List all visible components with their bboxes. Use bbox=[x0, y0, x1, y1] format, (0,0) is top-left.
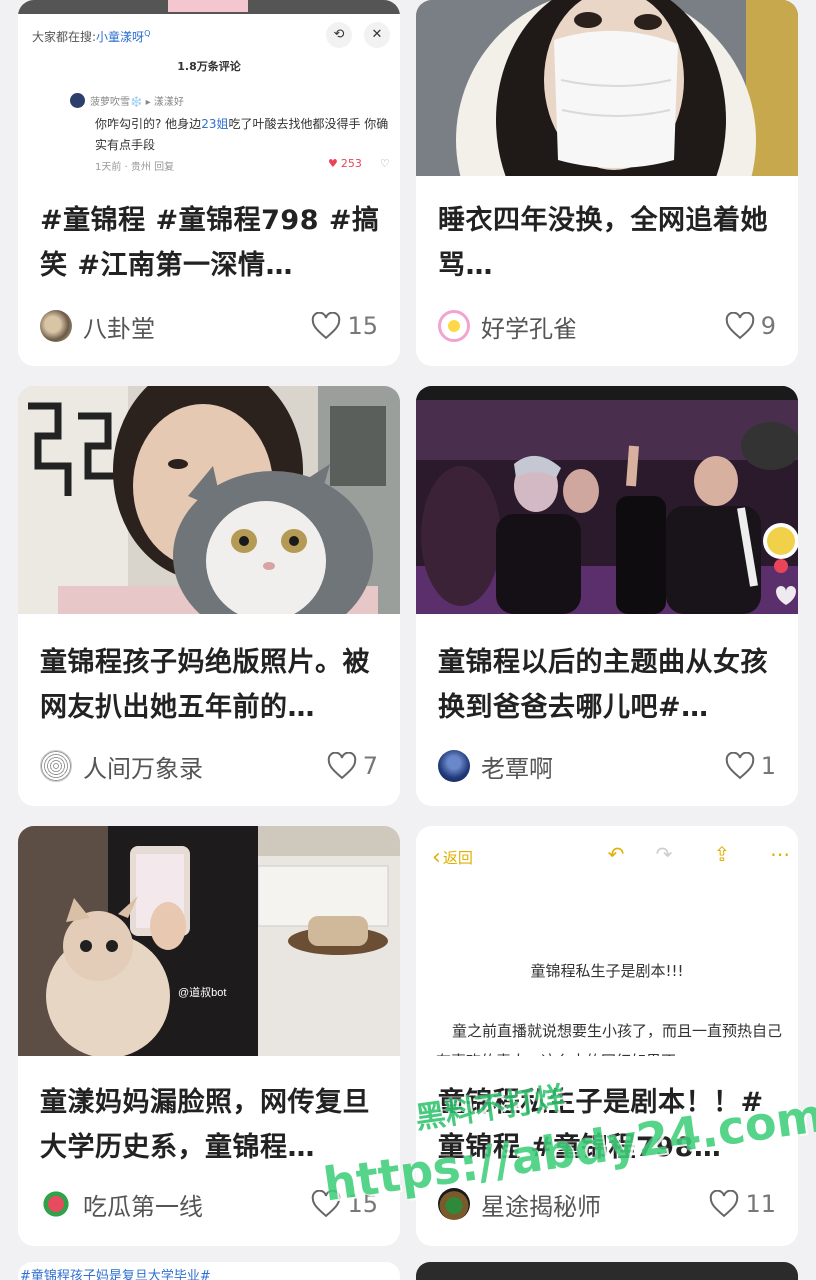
partial-caption: #童锦程孩子妈是复旦大学毕业# bbox=[20, 1269, 211, 1280]
comment-meta: 1天前 · 贵州 回复 bbox=[95, 162, 175, 173]
notes-screenshot: ‹ 返回 ↶ ↷ ⇪ ⋯ 童锦程私生子是剧本!!! 童之前直播就说想要生小孩了，… bbox=[416, 826, 798, 1056]
commenter: 菠萝吹雪❄️ ▸ 漾漾好 bbox=[70, 93, 184, 108]
like-button[interactable]: 11 bbox=[709, 1187, 776, 1221]
masked-girl-photo bbox=[416, 0, 798, 176]
card-title[interactable]: #童锦程 #童锦程798 #搞笑 #江南第一深情… bbox=[40, 198, 382, 288]
like-button[interactable]: 9 bbox=[725, 309, 776, 343]
feed-card[interactable]: 大家都在搜:小童漾呀Q ⟲ ✕ 1.8万条评论 菠萝吹雪❄️ ▸ 漾漾好 你咋勾… bbox=[18, 0, 400, 366]
comment-text: 你咋勾引的? 他身边23姐吃了叶酸去找他都没得手 你确实有点手段 bbox=[95, 117, 389, 152]
card-author[interactable]: 好学孔雀 bbox=[438, 309, 577, 343]
feed-card[interactable]: 童锦程孩子妈绝版照片。被网友扒出她五年前的… 人间万象录 7 bbox=[18, 386, 400, 806]
card-author[interactable]: 八卦堂 bbox=[40, 309, 155, 343]
card-title[interactable]: 童锦程以后的主题曲从女孩换到爸爸去哪儿吧#… bbox=[438, 640, 780, 730]
avatar bbox=[40, 750, 72, 782]
like-button[interactable]: 7 bbox=[327, 749, 378, 783]
feed-card[interactable]: @道叔bot 童漾妈妈漏脸照，网传复旦大学历史系，童锦程… 吃瓜第一线 15 bbox=[18, 826, 400, 1246]
avatar bbox=[438, 310, 470, 342]
like-button[interactable]: 15 bbox=[311, 1187, 378, 1221]
card-thumbnail[interactable] bbox=[416, 0, 798, 176]
undo-icon: ↶ bbox=[607, 842, 625, 866]
girl-with-cat-photo bbox=[18, 386, 400, 614]
photo-strip-pink bbox=[168, 0, 248, 12]
heart-icon bbox=[327, 752, 356, 780]
card-author[interactable]: 人间万象录 bbox=[40, 749, 203, 783]
card-title[interactable]: 童锦程孩子妈绝版照片。被网友扒出她五年前的… bbox=[40, 640, 382, 730]
comment-like: ♥ 253 ♡ bbox=[328, 157, 390, 170]
card-thumbnail[interactable]: 大家都在搜:小童漾呀Q ⟲ ✕ 1.8万条评论 菠萝吹雪❄️ ▸ 漾漾好 你咋勾… bbox=[18, 0, 400, 176]
redo-icon: ↷ bbox=[655, 842, 673, 866]
feed-card[interactable]: 童锦程以后的主题曲从女孩换到爸爸去哪儿吧#… 老覃啊 1 bbox=[416, 386, 798, 806]
commenter-avatar bbox=[70, 93, 85, 108]
dislike-icon: ♡ bbox=[379, 157, 390, 170]
note-title: 童锦程私生子是剧本!!! bbox=[530, 962, 684, 980]
like-button[interactable]: 15 bbox=[311, 309, 378, 343]
card-thumbnail[interactable] bbox=[18, 386, 400, 614]
avatar bbox=[438, 750, 470, 782]
feed-card[interactable]: ‹ 返回 ↶ ↷ ⇪ ⋯ 童锦程私生子是剧本!!! 童之前直播就说想要生小孩了，… bbox=[416, 826, 798, 1246]
club-photo bbox=[416, 386, 798, 614]
feed-card-partial[interactable]: #童锦程孩子妈是复旦大学毕业# bbox=[18, 1262, 400, 1280]
share-icon: ⇪ bbox=[713, 842, 731, 866]
mirror-selfie-photo: @道叔bot bbox=[18, 826, 400, 1056]
heart-filled-icon: ♥ bbox=[328, 157, 338, 170]
back-button: ‹ 返回 bbox=[432, 845, 473, 870]
heart-icon bbox=[312, 312, 341, 340]
heart-icon bbox=[710, 1190, 739, 1218]
avatar bbox=[40, 1188, 72, 1220]
avatar bbox=[438, 1188, 470, 1220]
like-count: 9 bbox=[760, 312, 776, 340]
card-thumbnail[interactable]: ‹ 返回 ↶ ↷ ⇪ ⋯ 童锦程私生子是剧本!!! 童之前直播就说想要生小孩了，… bbox=[416, 826, 798, 1056]
card-title[interactable]: 睡衣四年没换，全网追着她骂… bbox=[438, 198, 780, 288]
more-icon: ⋯ bbox=[770, 842, 790, 866]
like-count: 15 bbox=[347, 312, 378, 340]
avatar bbox=[40, 310, 72, 342]
like-count: 11 bbox=[745, 1190, 776, 1218]
search-suggestion: 大家都在搜:小童漾呀Q bbox=[32, 29, 151, 44]
card-author[interactable]: 吃瓜第一线 bbox=[40, 1187, 203, 1221]
card-title[interactable]: 童漾妈妈漏脸照，网传复旦大学历史系，童锦程… bbox=[40, 1080, 382, 1170]
comment-count: 1.8万条评论 bbox=[177, 60, 241, 73]
rotate-icon: ⟲ bbox=[326, 22, 352, 48]
photo-watermark: @道叔bot bbox=[178, 985, 226, 999]
card-title[interactable]: 童锦程私生子是剧本！！#童锦程 #童锦程798… bbox=[438, 1080, 780, 1170]
feed-card[interactable]: 睡衣四年没换，全网追着她骂… 好学孔雀 9 bbox=[416, 0, 798, 366]
close-icon: ✕ bbox=[364, 22, 390, 48]
like-count: 7 bbox=[362, 752, 378, 780]
card-author[interactable]: 老覃啊 bbox=[438, 749, 553, 783]
card-author[interactable]: 星途揭秘师 bbox=[438, 1187, 601, 1221]
heart-icon bbox=[312, 1190, 341, 1218]
chevron-left-icon: ‹ bbox=[432, 845, 441, 870]
like-count: 1 bbox=[760, 752, 776, 780]
card-thumbnail[interactable]: @道叔bot bbox=[18, 826, 400, 1056]
like-button[interactable]: 1 bbox=[725, 749, 776, 783]
heart-icon bbox=[725, 752, 754, 780]
feed-card-partial[interactable] bbox=[416, 1262, 798, 1280]
comment-screenshot: 大家都在搜:小童漾呀Q ⟲ ✕ 1.8万条评论 菠萝吹雪❄️ ▸ 漾漾好 你咋勾… bbox=[18, 0, 400, 176]
card-thumbnail[interactable] bbox=[416, 386, 798, 614]
note-body: 童之前直播就说想要生小孩了，而且一直预热自己有喜欢的素人，这么大的网红如果不 bbox=[436, 1022, 783, 1056]
like-count: 15 bbox=[347, 1190, 378, 1218]
heart-icon bbox=[725, 312, 754, 340]
